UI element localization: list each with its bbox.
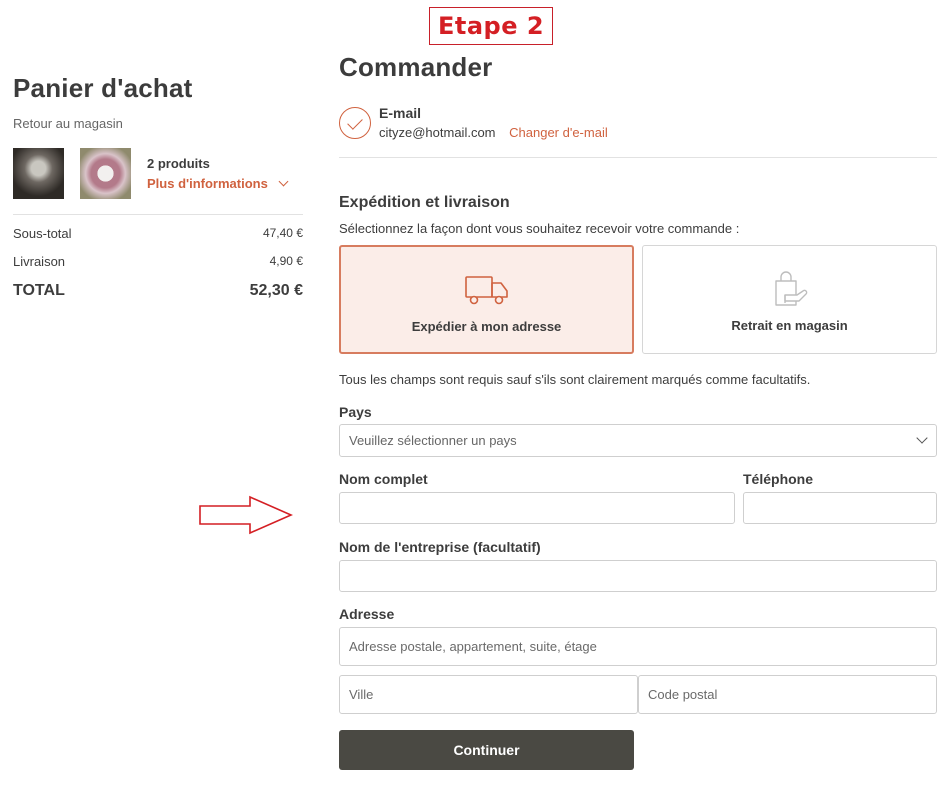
- total-row: TOTAL 52,30 €: [13, 282, 303, 300]
- store-pickup-label: Retrait en magasin: [731, 318, 848, 333]
- city-input[interactable]: Ville: [339, 675, 638, 714]
- email-section: E-mail cityze@hotmail.com Changer d'e-ma…: [339, 105, 937, 140]
- shipping-row: Livraison 4,90 €: [13, 254, 303, 269]
- email-label: E-mail: [379, 105, 422, 121]
- divider: [339, 157, 937, 158]
- address-label: Adresse: [339, 606, 395, 622]
- postal-code-input[interactable]: Code postal: [638, 675, 937, 714]
- product-count: 2 produits: [147, 155, 210, 171]
- subtotal-row: Sous-total 47,40 €: [13, 226, 303, 241]
- change-email-link[interactable]: Changer d'e-mail: [509, 125, 608, 140]
- product-thumbnail: [80, 147, 131, 199]
- subtotal-label: Sous-total: [13, 226, 72, 241]
- delivery-options: Expédier à mon adresse Retrait en magasi…: [339, 245, 937, 354]
- total-label: TOTAL: [13, 282, 65, 299]
- phone-input[interactable]: [743, 492, 937, 524]
- country-label: Pays: [339, 404, 372, 420]
- company-label: Nom de l'entreprise (facultatif): [339, 539, 541, 555]
- country-select-value: Veuillez sélectionner un pays: [349, 433, 517, 448]
- city-zip-row: Ville Code postal: [339, 675, 937, 714]
- shipping-label: Livraison: [13, 254, 66, 269]
- checkout-panel: Commander E-mail cityze@hotmail.com Chan…: [339, 52, 937, 770]
- cart-products: 2 produits Plus d'informations: [13, 147, 303, 199]
- required-fields-note: Tous les champs sont requis sauf s'ils s…: [339, 372, 811, 387]
- company-input[interactable]: [339, 560, 937, 592]
- shipping-section-title: Expédition et livraison: [339, 194, 510, 211]
- divider: [13, 214, 303, 215]
- full-name-group: Nom complet: [339, 471, 735, 524]
- name-phone-row: Nom complet Téléphone: [339, 471, 937, 524]
- full-name-input[interactable]: [339, 492, 735, 524]
- store-pickup-option[interactable]: Retrait en magasin: [642, 245, 937, 354]
- checkmark-circle-icon: [339, 107, 371, 139]
- company-group: Nom de l'entreprise (facultatif): [339, 539, 937, 592]
- store-pickup-icon: [774, 271, 807, 306]
- cart-summary: Panier d'achat Retour au magasin 2 produ…: [13, 70, 303, 300]
- total-value: 52,30 €: [249, 282, 303, 299]
- country-select[interactable]: Veuillez sélectionner un pays: [339, 424, 937, 457]
- street-address-input[interactable]: Adresse postale, appartement, suite, éta…: [339, 627, 937, 666]
- subtotal-value: 47,40 €: [262, 226, 303, 240]
- chevron-down-icon: [916, 432, 928, 444]
- address-group: Adresse Adresse postale, appartement, su…: [339, 606, 937, 714]
- step-annotation-label: Etape 2: [429, 7, 553, 45]
- email-value: cityze@hotmail.com: [379, 125, 496, 140]
- more-info-label: Plus d'informations: [147, 175, 268, 191]
- checkout-title: Commander: [339, 52, 493, 82]
- chevron-down-icon: [278, 176, 289, 186]
- cart-title: Panier d'achat: [13, 73, 193, 103]
- back-to-store-link[interactable]: Retour au magasin: [13, 116, 303, 131]
- street-address-placeholder: Adresse postale, appartement, suite, éta…: [349, 639, 597, 654]
- continue-button[interactable]: Continuer: [339, 730, 634, 770]
- email-details: E-mail cityze@hotmail.com Changer d'e-ma…: [379, 105, 608, 140]
- product-info: 2 produits Plus d'informations: [147, 155, 289, 191]
- more-info-toggle[interactable]: Plus d'informations: [147, 175, 289, 191]
- ship-to-address-label: Expédier à mon adresse: [411, 319, 562, 334]
- shipping-description: Sélectionnez la façon dont vous souhaite…: [339, 221, 740, 236]
- email-value-line: cityze@hotmail.com Changer d'e-mail: [379, 125, 608, 140]
- city-placeholder: Ville: [349, 687, 374, 702]
- postal-code-placeholder: Code postal: [648, 687, 718, 702]
- phone-label: Téléphone: [743, 471, 814, 487]
- product-thumbnail: [13, 147, 64, 199]
- annotation-arrow-icon: [199, 495, 293, 535]
- full-name-label: Nom complet: [339, 471, 428, 487]
- truck-icon: [464, 276, 508, 305]
- phone-group: Téléphone: [743, 471, 937, 524]
- shipping-value: 4,90 €: [269, 254, 303, 268]
- ship-to-address-option[interactable]: Expédier à mon adresse: [339, 245, 634, 354]
